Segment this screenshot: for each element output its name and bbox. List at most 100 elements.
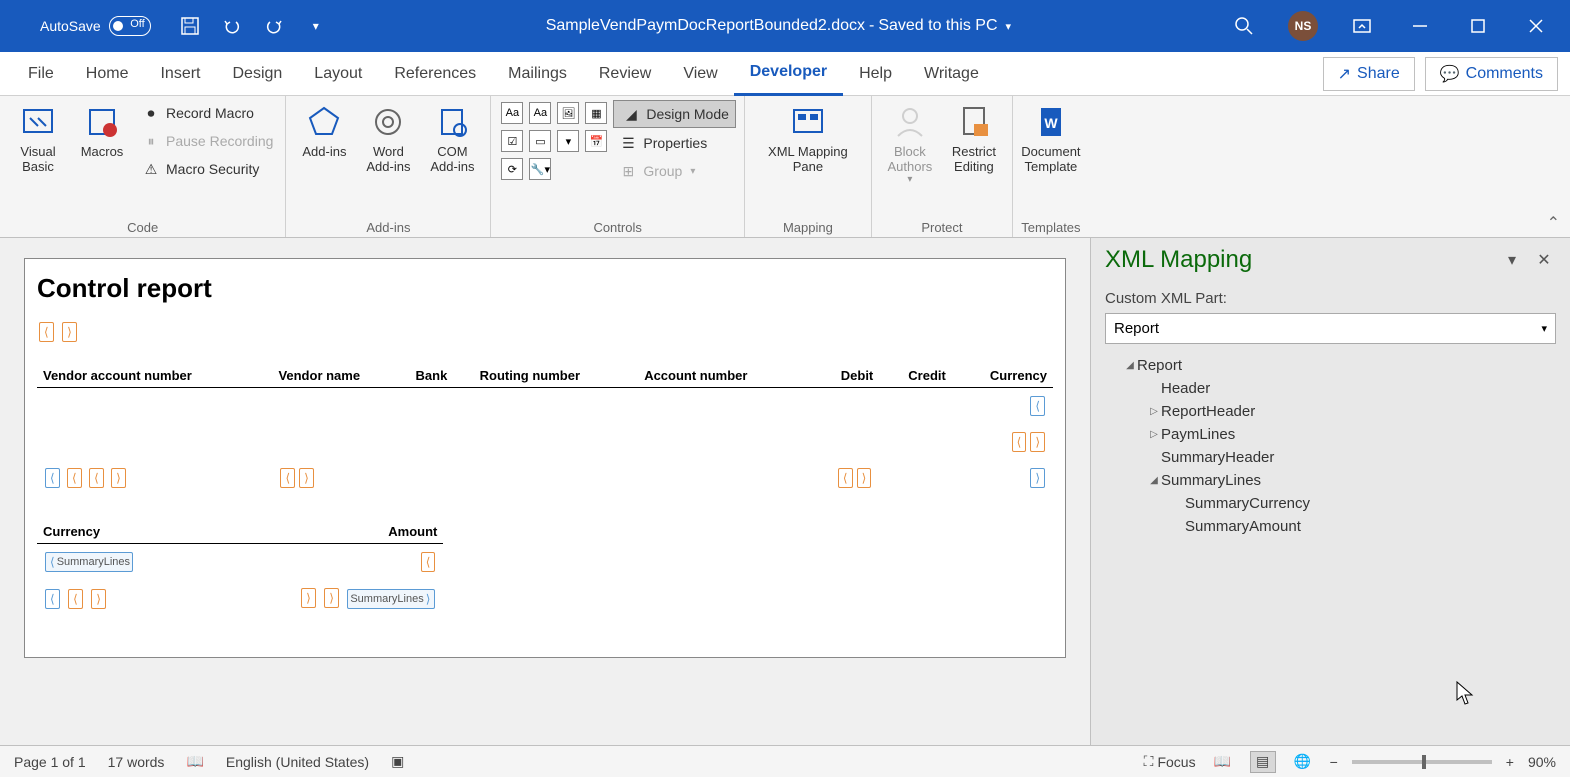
collapse-ribbon-icon[interactable]: ⌃ bbox=[1537, 209, 1570, 237]
tab-help[interactable]: Help bbox=[843, 52, 908, 96]
tab-layout[interactable]: Layout bbox=[298, 52, 378, 96]
summary-lines-cc-open[interactable]: ⟨SummaryLines bbox=[45, 552, 133, 572]
tree-node-header[interactable]: Header bbox=[1105, 377, 1556, 400]
autosave-toggle-off[interactable] bbox=[109, 16, 151, 36]
summary-lines-cc-close[interactable]: SummaryLines⟩ bbox=[347, 589, 435, 609]
content-control-tag[interactable]: ⟨ bbox=[1030, 396, 1045, 416]
read-mode-icon[interactable]: 📖 bbox=[1210, 751, 1236, 773]
combobox-control-icon[interactable]: ▭ bbox=[529, 130, 551, 152]
xml-part-select[interactable]: Report ▾ bbox=[1105, 313, 1556, 344]
tab-developer[interactable]: Developer bbox=[734, 52, 843, 96]
zoom-in-button[interactable]: + bbox=[1506, 754, 1514, 770]
status-page[interactable]: Page 1 of 1 bbox=[14, 754, 86, 770]
content-control-tag[interactable]: ⟨ bbox=[68, 589, 83, 609]
tree-collapse-icon[interactable]: ◢ bbox=[1123, 360, 1137, 371]
tree-expand-icon[interactable]: ▷ bbox=[1147, 429, 1161, 440]
content-control-tag[interactable]: ⟨ bbox=[89, 468, 104, 488]
content-control-tag[interactable]: ⟨ bbox=[67, 468, 82, 488]
rich-text-content-control-icon[interactable]: Aa bbox=[501, 102, 523, 124]
com-addins-button[interactable]: COM Add-ins bbox=[422, 100, 482, 178]
zoom-out-button[interactable]: − bbox=[1330, 754, 1338, 770]
tree-node-report[interactable]: ◢Report bbox=[1105, 354, 1556, 377]
content-control-tag[interactable]: ⟩ bbox=[857, 468, 872, 488]
visual-basic-button[interactable]: Visual Basic bbox=[8, 100, 68, 178]
tab-view[interactable]: View bbox=[667, 52, 733, 96]
macro-recording-icon[interactable]: ▣ bbox=[391, 753, 404, 770]
qat-customize-icon[interactable]: ▾ bbox=[305, 15, 327, 37]
content-control-tag[interactable]: ⟨ bbox=[421, 552, 436, 572]
dropdown-control-icon[interactable]: ▾ bbox=[557, 130, 579, 152]
content-control-tag[interactable]: ⟨ bbox=[39, 322, 54, 342]
comments-button[interactable]: 💬Comments bbox=[1425, 57, 1558, 91]
tree-node-summary-lines[interactable]: ◢SummaryLines bbox=[1105, 469, 1556, 492]
tab-review[interactable]: Review bbox=[583, 52, 667, 96]
pane-close-icon[interactable]: ✕ bbox=[1532, 248, 1556, 272]
content-control-tag[interactable]: ⟩ bbox=[62, 322, 77, 342]
content-control-tag[interactable]: ⟩ bbox=[324, 588, 339, 608]
focus-mode-button[interactable]: ⛶Focus bbox=[1144, 753, 1196, 770]
tree-node-summary-header[interactable]: SummaryHeader bbox=[1105, 446, 1556, 469]
content-control-tag[interactable]: ⟩ bbox=[1030, 432, 1045, 452]
tab-writage[interactable]: Writage bbox=[908, 52, 995, 96]
content-control-tag[interactable]: ⟩ bbox=[301, 588, 316, 608]
tree-node-paym-lines[interactable]: ▷PaymLines bbox=[1105, 423, 1556, 446]
tree-node-summary-amount[interactable]: SummaryAmount bbox=[1105, 515, 1556, 538]
minimize-icon[interactable] bbox=[1406, 12, 1434, 40]
content-control-tag[interactable]: ⟩ bbox=[91, 589, 106, 609]
user-avatar[interactable]: NS bbox=[1288, 11, 1318, 41]
checkbox-control-icon[interactable]: ☑ bbox=[501, 130, 523, 152]
content-control-tag[interactable]: ⟨ bbox=[45, 589, 60, 609]
tab-insert[interactable]: Insert bbox=[144, 52, 216, 96]
status-words[interactable]: 17 words bbox=[108, 754, 165, 770]
tab-home[interactable]: Home bbox=[70, 52, 145, 96]
tab-design[interactable]: Design bbox=[216, 52, 298, 96]
content-control-tag[interactable]: ⟨ bbox=[45, 468, 60, 488]
document-template-button[interactable]: WDocument Template bbox=[1021, 100, 1081, 178]
content-control-tag[interactable]: ⟩ bbox=[299, 468, 314, 488]
xml-mapping-pane-button[interactable]: XML Mapping Pane bbox=[753, 100, 863, 178]
legacy-tools-icon[interactable]: 🔧▾ bbox=[529, 158, 551, 180]
content-control-tag[interactable]: ⟨ bbox=[838, 468, 853, 488]
print-layout-icon[interactable]: ▤ bbox=[1250, 751, 1276, 773]
close-icon[interactable] bbox=[1522, 12, 1550, 40]
tree-node-report-header[interactable]: ▷ReportHeader bbox=[1105, 400, 1556, 423]
redo-icon[interactable] bbox=[263, 15, 285, 37]
maximize-icon[interactable] bbox=[1464, 12, 1492, 40]
repeating-section-control-icon[interactable]: ⟳ bbox=[501, 158, 523, 180]
pane-options-icon[interactable]: ▾ bbox=[1500, 248, 1524, 272]
search-icon[interactable] bbox=[1230, 12, 1258, 40]
zoom-slider[interactable] bbox=[1352, 760, 1492, 764]
record-macro-button[interactable]: ⏺Record Macro bbox=[136, 100, 277, 126]
tab-file[interactable]: File bbox=[12, 52, 70, 96]
content-control-tag[interactable]: ⟩ bbox=[1030, 468, 1045, 488]
design-mode-button[interactable]: ◢Design Mode bbox=[613, 100, 736, 128]
macro-security-button[interactable]: ⚠Macro Security bbox=[136, 156, 277, 182]
tab-mailings[interactable]: Mailings bbox=[492, 52, 583, 96]
macros-button[interactable]: Macros bbox=[72, 100, 132, 163]
autosave-control[interactable]: AutoSave bbox=[40, 16, 151, 36]
picture-content-control-icon[interactable]: 🖼 bbox=[557, 102, 579, 124]
word-addins-button[interactable]: Word Add-ins bbox=[358, 100, 418, 178]
tree-node-summary-currency[interactable]: SummaryCurrency bbox=[1105, 492, 1556, 515]
restrict-editing-button[interactable]: Restrict Editing bbox=[944, 100, 1004, 178]
document-area[interactable]: Control report ⟨ ⟩ Vendor account number… bbox=[0, 238, 1090, 745]
zoom-level[interactable]: 90% bbox=[1528, 754, 1556, 770]
properties-button[interactable]: ☰Properties bbox=[613, 130, 736, 156]
addins-button[interactable]: Add-ins bbox=[294, 100, 354, 163]
undo-icon[interactable] bbox=[221, 15, 243, 37]
content-control-tag[interactable]: ⟨ bbox=[280, 468, 295, 488]
status-language[interactable]: English (United States) bbox=[226, 754, 369, 770]
web-layout-icon[interactable]: 🌐 bbox=[1290, 751, 1316, 773]
date-picker-control-icon[interactable]: 📅 bbox=[585, 130, 607, 152]
tree-collapse-icon[interactable]: ◢ bbox=[1147, 475, 1161, 486]
tab-references[interactable]: References bbox=[378, 52, 492, 96]
building-block-control-icon[interactable]: ▦ bbox=[585, 102, 607, 124]
save-icon[interactable] bbox=[179, 15, 201, 37]
ribbon-display-icon[interactable] bbox=[1348, 12, 1376, 40]
content-control-tag[interactable]: ⟩ bbox=[111, 468, 126, 488]
save-status-chevron-icon[interactable]: ▾ bbox=[1006, 20, 1012, 33]
spelling-icon[interactable]: 📖 bbox=[186, 753, 203, 770]
share-button[interactable]: ↗Share bbox=[1323, 57, 1415, 91]
tree-expand-icon[interactable]: ▷ bbox=[1147, 406, 1161, 417]
content-control-tag[interactable]: ⟨ bbox=[1012, 432, 1027, 452]
